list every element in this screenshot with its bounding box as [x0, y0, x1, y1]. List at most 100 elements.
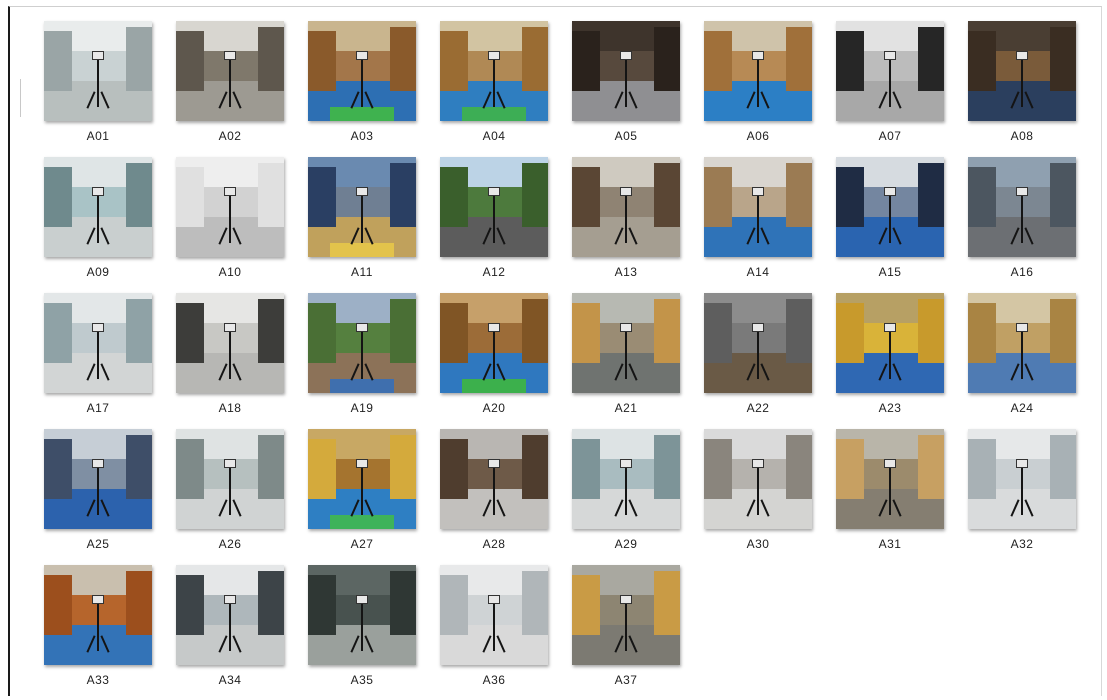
image-thumbnail[interactable] [440, 429, 548, 529]
image-thumbnail[interactable] [704, 157, 812, 257]
image-thumbnail[interactable] [44, 565, 152, 665]
image-file-item[interactable]: A11 [302, 153, 422, 287]
image-thumbnail[interactable] [704, 429, 812, 529]
image-thumbnail[interactable] [44, 157, 152, 257]
image-thumbnail[interactable] [176, 429, 284, 529]
thumbnail-right-structure [918, 299, 944, 363]
image-file-label: A14 [746, 265, 770, 279]
image-thumbnail[interactable] [440, 157, 548, 257]
image-thumbnail[interactable] [308, 293, 416, 393]
image-file-item[interactable]: A30 [698, 425, 818, 559]
image-file-item[interactable]: A10 [170, 153, 290, 287]
image-file-item[interactable]: A27 [302, 425, 422, 559]
image-thumbnail[interactable] [968, 429, 1076, 529]
image-file-item[interactable]: A33 [38, 561, 158, 695]
image-file-item[interactable]: A16 [962, 153, 1082, 287]
image-thumbnail[interactable] [440, 21, 548, 121]
image-thumbnail[interactable] [836, 21, 944, 121]
image-file-item[interactable]: A06 [698, 17, 818, 151]
image-thumbnail[interactable] [308, 157, 416, 257]
image-file-item[interactable]: A03 [302, 17, 422, 151]
thumbnail-floor-stripe [989, 379, 1055, 393]
image-file-item[interactable]: A08 [962, 17, 1082, 151]
image-file-item[interactable]: A14 [698, 153, 818, 287]
image-file-item[interactable]: A01 [38, 17, 158, 151]
image-file-item[interactable]: A20 [434, 289, 554, 423]
image-thumbnail[interactable] [440, 293, 548, 393]
image-thumbnail[interactable] [176, 565, 284, 665]
thumbnail-floor-stripe [65, 651, 131, 665]
image-thumbnail[interactable] [572, 21, 680, 121]
image-thumbnail[interactable] [44, 21, 152, 121]
image-file-item[interactable]: A15 [830, 153, 950, 287]
image-file-label: A37 [614, 673, 638, 687]
image-file-item[interactable]: A05 [566, 17, 686, 151]
image-thumbnail[interactable] [44, 429, 152, 529]
image-thumbnail[interactable] [968, 21, 1076, 121]
image-thumbnail[interactable] [44, 293, 152, 393]
image-thumbnail[interactable] [308, 429, 416, 529]
image-thumbnail[interactable] [572, 429, 680, 529]
image-file-item[interactable]: A02 [170, 17, 290, 151]
image-file-item[interactable]: A21 [566, 289, 686, 423]
image-file-item[interactable]: A34 [170, 561, 290, 695]
thumbnail-left-structure [308, 575, 337, 635]
thumbnail-right-structure [522, 27, 548, 91]
tripod-icon [889, 329, 891, 379]
thumbnail-right-structure [786, 27, 812, 91]
image-thumbnail[interactable] [572, 293, 680, 393]
thumbnail-right-structure [126, 163, 152, 227]
image-file-item[interactable]: A37 [566, 561, 686, 695]
image-file-item[interactable]: A36 [434, 561, 554, 695]
image-file-item[interactable]: A32 [962, 425, 1082, 559]
thumbnail-grid: A01 A02 A03 A04 A05 A06 A07 A08 A09 A10 A11 A12 A13 A… [38, 17, 1098, 695]
image-thumbnail[interactable] [176, 21, 284, 121]
image-file-label: A06 [746, 129, 770, 143]
thumbnail-right-structure [258, 435, 284, 499]
thumbnail-floor-stripe [197, 515, 263, 529]
image-thumbnail[interactable] [308, 565, 416, 665]
image-thumbnail[interactable] [704, 293, 812, 393]
image-file-item[interactable]: A23 [830, 289, 950, 423]
tripod-icon [757, 193, 759, 243]
image-file-label: A23 [878, 401, 902, 415]
image-file-item[interactable]: A25 [38, 425, 158, 559]
thumbnail-floor-stripe [65, 515, 131, 529]
image-file-item[interactable]: A28 [434, 425, 554, 559]
image-thumbnail[interactable] [968, 293, 1076, 393]
thumbnail-right-structure [1050, 163, 1076, 227]
thumbnail-right-structure [522, 163, 548, 227]
image-file-item[interactable]: A24 [962, 289, 1082, 423]
image-file-item[interactable]: A19 [302, 289, 422, 423]
image-thumbnail[interactable] [836, 157, 944, 257]
image-file-item[interactable]: A04 [434, 17, 554, 151]
sensor-device-icon [356, 51, 368, 60]
image-thumbnail[interactable] [836, 429, 944, 529]
thumbnail-floor-stripe [593, 651, 659, 665]
image-file-item[interactable]: A12 [434, 153, 554, 287]
thumbnail-left-structure [440, 303, 469, 363]
image-thumbnail[interactable] [572, 565, 680, 665]
image-file-item[interactable]: A17 [38, 289, 158, 423]
image-thumbnail[interactable] [968, 157, 1076, 257]
image-file-item[interactable]: A26 [170, 425, 290, 559]
image-thumbnail[interactable] [440, 565, 548, 665]
image-thumbnail[interactable] [308, 21, 416, 121]
image-file-item[interactable]: A18 [170, 289, 290, 423]
sensor-device-icon [224, 187, 236, 196]
image-file-item[interactable]: A07 [830, 17, 950, 151]
image-thumbnail[interactable] [176, 293, 284, 393]
image-file-label: A20 [482, 401, 506, 415]
image-file-item[interactable]: A31 [830, 425, 950, 559]
thumbnail-floor-stripe [65, 243, 131, 257]
image-thumbnail[interactable] [704, 21, 812, 121]
image-file-item[interactable]: A35 [302, 561, 422, 695]
tripod-icon [97, 193, 99, 243]
image-file-item[interactable]: A22 [698, 289, 818, 423]
image-file-item[interactable]: A29 [566, 425, 686, 559]
image-file-item[interactable]: A09 [38, 153, 158, 287]
image-thumbnail[interactable] [836, 293, 944, 393]
image-thumbnail[interactable] [176, 157, 284, 257]
image-thumbnail[interactable] [572, 157, 680, 257]
image-file-item[interactable]: A13 [566, 153, 686, 287]
